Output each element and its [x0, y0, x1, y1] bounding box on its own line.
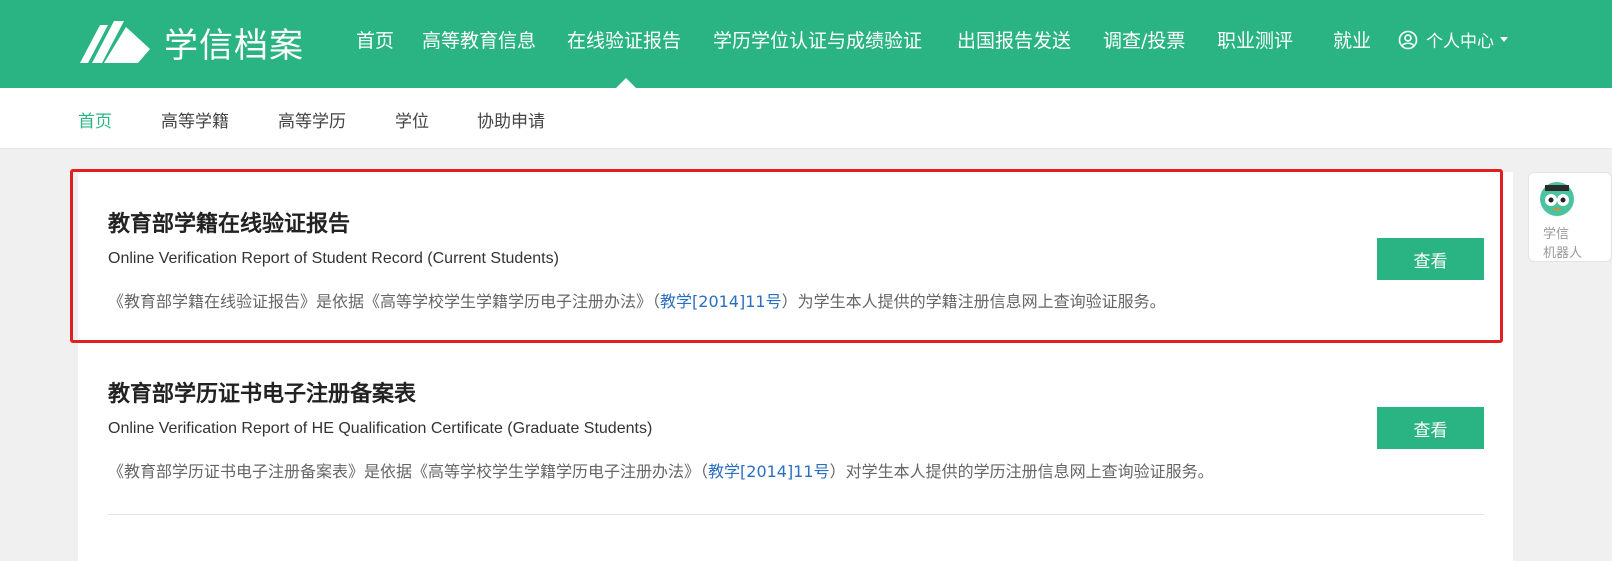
view-qualification-button[interactable]: 查看 [1377, 407, 1484, 449]
subnav-home[interactable]: 首页 [78, 107, 112, 132]
report-card-student-record: 教育部学籍在线验证报告 Online Verification Report o… [108, 206, 1484, 312]
card-subtitle: Online Verification Report of HE Qualifi… [108, 420, 653, 437]
nav-higher-education-info[interactable]: 高等教育信息 [422, 26, 536, 53]
card-title: 教育部学籍在线验证报告 [108, 212, 351, 237]
card-description: 《教育部学籍在线验证报告》是依据《高等学校学生学籍学历电子注册办法》（教学[20… [108, 288, 1484, 312]
card-subtitle: Online Verification Report of Student Re… [108, 250, 559, 267]
nav-degree-certification[interactable]: 学历学位认证与成绩验证 [713, 26, 922, 53]
subnav-student-record[interactable]: 高等学籍 [161, 107, 229, 132]
logo-icon [80, 21, 150, 63]
card-description-text: 《教育部学历证书电子注册备案表》是依据《高等学校学生学籍学历电子注册办法》（ [108, 462, 709, 481]
report-list-panel: 教育部学籍在线验证报告 Online Verification Report o… [78, 172, 1513, 561]
nav-career-assessment[interactable]: 职业测评 [1217, 26, 1293, 53]
chevron-down-icon [1500, 37, 1508, 42]
user-icon [1398, 30, 1418, 49]
logo-text: 学信档案 [164, 25, 304, 66]
report-card-qualification: 教育部学历证书电子注册备案表 Online Verification Repor… [108, 376, 1484, 482]
card-description: 《教育部学历证书电子注册备案表》是依据《高等学校学生学籍学历电子注册办法》（教学… [108, 458, 1484, 482]
top-navbar: 学信档案 首页 高等教育信息 在线验证报告 学历学位认证与成绩验证 出国报告发送… [0, 0, 1612, 88]
card-description-text-end: ）对学生本人提供的学历注册信息网上查询验证服务。 [829, 462, 1214, 481]
nav-home[interactable]: 首页 [356, 26, 394, 53]
regulation-link[interactable]: 教学[2014]11号 [660, 292, 782, 311]
card-description-text: 《教育部学籍在线验证报告》是依据《高等学校学生学籍学历电子注册办法》（ [108, 292, 661, 311]
regulation-link[interactable]: 教学[2014]11号 [708, 462, 830, 481]
card-divider [108, 514, 1484, 515]
subnav-degree[interactable]: 学位 [395, 107, 429, 132]
subnav-qualification[interactable]: 高等学历 [278, 107, 346, 132]
card-description-text-end: ）为学生本人提供的学籍注册信息网上查询验证服务。 [781, 292, 1166, 311]
nav-survey-vote[interactable]: 调查/投票 [1103, 26, 1185, 53]
active-nav-indicator [616, 78, 636, 88]
nav-online-verification-report[interactable]: 在线验证报告 [567, 26, 681, 53]
chat-robot-widget[interactable]: 学信 机器人 [1528, 172, 1612, 262]
robot-label-line1: 学信 [1543, 227, 1570, 242]
sub-nav: 首页 高等学籍 高等学历 学位 协助申请 [0, 88, 1612, 149]
nav-overseas-report[interactable]: 出国报告发送 [957, 26, 1071, 53]
view-student-record-button[interactable]: 查看 [1377, 238, 1484, 280]
robot-avatar-icon [1540, 182, 1574, 216]
nav-employment[interactable]: 就业 [1333, 26, 1371, 53]
user-center-menu[interactable]: 个人中心 [1398, 27, 1508, 52]
robot-label: 学信 机器人 [1543, 225, 1583, 261]
robot-label-line2: 机器人 [1543, 246, 1583, 261]
user-center-label: 个人中心 [1426, 32, 1494, 52]
card-title: 教育部学历证书电子注册备案表 [108, 382, 417, 407]
subnav-assist-application[interactable]: 协助申请 [477, 107, 545, 132]
site-logo[interactable]: 学信档案 [78, 14, 304, 70]
